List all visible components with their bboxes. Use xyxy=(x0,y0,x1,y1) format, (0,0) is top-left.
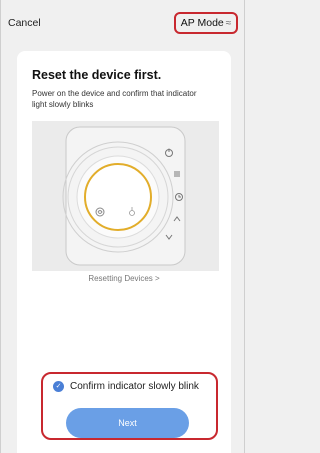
page-title: Reset the device first. xyxy=(32,68,162,82)
confirm-checkbox-row[interactable]: ✓ Confirm indicator slowly blink xyxy=(53,381,199,392)
ap-mode-button[interactable]: AP Mode ≈ xyxy=(174,12,238,34)
confirm-label: Confirm indicator slowly blink xyxy=(70,381,199,392)
resetting-devices-link[interactable]: Resetting Devices > xyxy=(17,274,231,283)
device-illustration xyxy=(32,121,219,271)
ap-mode-label: AP Mode xyxy=(180,17,224,29)
screen: Cancel AP Mode ≈ Reset the device first.… xyxy=(0,0,245,453)
cancel-button[interactable]: Cancel xyxy=(8,17,41,29)
instruction-text: Power on the device and confirm that ind… xyxy=(32,89,197,109)
wifi-icon: ≈ xyxy=(225,17,232,29)
divider-left xyxy=(0,0,1,453)
next-button[interactable]: Next xyxy=(66,408,189,438)
check-icon[interactable]: ✓ xyxy=(53,381,64,392)
indicator-ring xyxy=(84,163,152,231)
divider-right xyxy=(244,0,245,453)
